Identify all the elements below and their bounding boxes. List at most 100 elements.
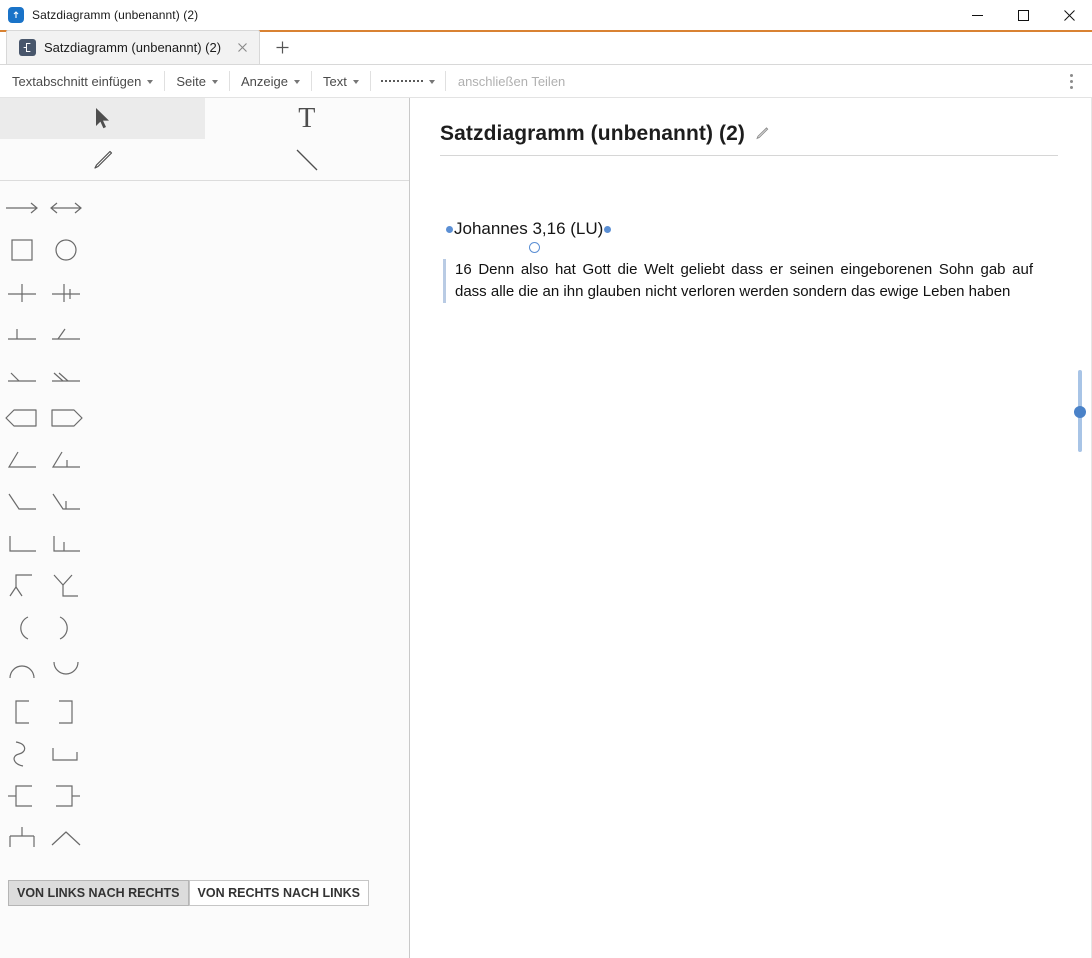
overflow-menu-icon[interactable] (1056, 65, 1086, 98)
arrow-right-shape[interactable] (0, 187, 44, 229)
toolbar-page[interactable]: Seite (165, 65, 229, 97)
step-corner-shape[interactable] (44, 733, 88, 775)
slant-baseline-shape[interactable] (0, 439, 44, 481)
toolbar-display[interactable]: Anzeige (230, 65, 311, 97)
rectangle-shape[interactable] (0, 229, 44, 271)
verse-text: 16 Denn also hat Gott die Welt geliebt d… (455, 261, 1033, 300)
arrow-double-shape[interactable] (44, 187, 88, 229)
double-slant-shape[interactable] (44, 355, 88, 397)
chevron-down-icon (147, 80, 154, 84)
bracket-right-stem-icon (56, 785, 80, 807)
select-tool[interactable] (0, 98, 205, 139)
cross-with-tick-icon (52, 284, 80, 302)
single-slant-shape[interactable] (0, 355, 44, 397)
left-pennant-icon (5, 409, 37, 427)
bracket-left-icon (15, 700, 29, 724)
shape-row (0, 649, 409, 691)
arc-top-shape[interactable] (0, 649, 44, 691)
document-title-row: Satzdiagramm (unbenannt) (2) (440, 122, 1058, 156)
arc-right-shape[interactable] (44, 607, 88, 649)
slider-thumb[interactable] (1074, 406, 1086, 418)
cross-shape[interactable] (0, 271, 44, 313)
s-curve-icon (13, 741, 26, 767)
pencil-edit-icon[interactable] (755, 126, 769, 145)
shape-row (0, 775, 409, 817)
rtl-direction-button[interactable]: VON RECHTS NACH LINKS (188, 880, 370, 906)
tee-down-shape[interactable] (0, 817, 44, 859)
corner-left-tick-icon (53, 536, 80, 552)
bracket-right-stem-shape[interactable] (44, 775, 88, 817)
cross-tick-shape[interactable] (44, 271, 88, 313)
close-button[interactable] (1046, 0, 1092, 30)
tee-down-icon (9, 827, 35, 847)
right-pennant-shape[interactable] (44, 397, 88, 439)
circle-icon (55, 239, 77, 261)
branch-up-shape[interactable] (0, 565, 44, 607)
toolbar-label: Text (323, 73, 347, 89)
slant-baseline-tick-shape[interactable] (44, 439, 88, 481)
shape-row (0, 481, 409, 523)
slant-on-line-icon (52, 328, 80, 340)
minimize-button[interactable] (954, 0, 1000, 30)
slant-on-line-shape[interactable] (44, 313, 88, 355)
branch-fork-icon (53, 574, 78, 597)
s-curve-shape[interactable] (0, 733, 44, 775)
left-pennant-shape[interactable] (0, 397, 44, 439)
verse-reference-row[interactable]: Johannes 3,16 (LU) (410, 219, 1092, 253)
connect-share-label[interactable]: anschließen Teilen (446, 74, 577, 89)
palette-footer (0, 910, 409, 958)
shape-palette-panel: T VON LINKS NACH RECHTS VON RECHTS NACH … (0, 98, 410, 958)
new-tab-button[interactable] (268, 33, 296, 61)
line-style-dropdown[interactable] (371, 65, 445, 97)
chevron-down-icon (428, 80, 435, 84)
verse-text-container[interactable]: 16 Denn also hat Gott die Welt geliebt d… (443, 259, 1033, 303)
shape-row (0, 523, 409, 565)
window-controls (954, 0, 1092, 30)
perpendicular-shape[interactable] (0, 313, 44, 355)
shape-row (0, 565, 409, 607)
arc-bottom-shape[interactable] (44, 649, 88, 691)
bracket-right-shape[interactable] (44, 691, 88, 733)
diagram-canvas[interactable]: Satzdiagramm (unbenannt) (2) Johannes 3,… (410, 98, 1092, 958)
dotted-line-icon (380, 80, 423, 82)
arc-right-icon (59, 616, 68, 640)
page-title: Satzdiagramm (unbenannt) (2) (440, 122, 745, 145)
branch-fork-shape[interactable] (44, 565, 88, 607)
arc-left-shape[interactable] (0, 607, 44, 649)
ltr-direction-button[interactable]: VON LINKS NACH RECHTS (8, 880, 189, 906)
shape-row (0, 313, 409, 355)
slant-baseline-tick-icon (51, 451, 80, 468)
chevron-down-icon (352, 80, 359, 84)
line-tool[interactable] (205, 139, 410, 180)
bracket-left-stem-icon (8, 785, 32, 807)
text-tool[interactable]: T (205, 98, 410, 139)
arc-left-icon (20, 616, 29, 640)
ellipse-shape[interactable] (44, 229, 88, 271)
steep-slant-tick-shape[interactable] (44, 481, 88, 523)
shape-row (0, 229, 409, 271)
shape-row (0, 733, 409, 775)
tab-strip: Satzdiagramm (unbenannt) (2) (0, 30, 1092, 65)
shape-row (0, 355, 409, 397)
corner-left-tick-shape[interactable] (44, 523, 88, 565)
toolbar-insert-text-section[interactable]: Textabschnitt einfügen (0, 65, 164, 97)
toolbar-label: Anzeige (241, 73, 288, 89)
bracket-left-stem-shape[interactable] (0, 775, 44, 817)
chevron-up-shape[interactable] (44, 817, 88, 859)
direction-button-group: VON LINKS NACH RECHTS VON RECHTS NACH LI… (0, 880, 409, 910)
bracket-left-shape[interactable] (0, 691, 44, 733)
shape-row (0, 271, 409, 313)
right-pennant-icon (51, 409, 83, 427)
corner-left-shape[interactable] (0, 523, 44, 565)
steep-slant-shape[interactable] (0, 481, 44, 523)
tab-satzdiagramm[interactable]: Satzdiagramm (unbenannt) (2) (6, 30, 261, 64)
toolbar-text[interactable]: Text (312, 65, 370, 97)
arrow-left-right-icon (50, 202, 82, 214)
close-icon[interactable] (233, 39, 251, 57)
pencil-tool[interactable] (0, 139, 205, 180)
node-handle-circle-icon[interactable] (529, 242, 540, 253)
vertical-slider[interactable] (1074, 370, 1086, 452)
text-T-icon: T (298, 102, 316, 134)
steep-slant-baseline-icon (8, 493, 36, 510)
maximize-button[interactable] (1000, 0, 1046, 30)
